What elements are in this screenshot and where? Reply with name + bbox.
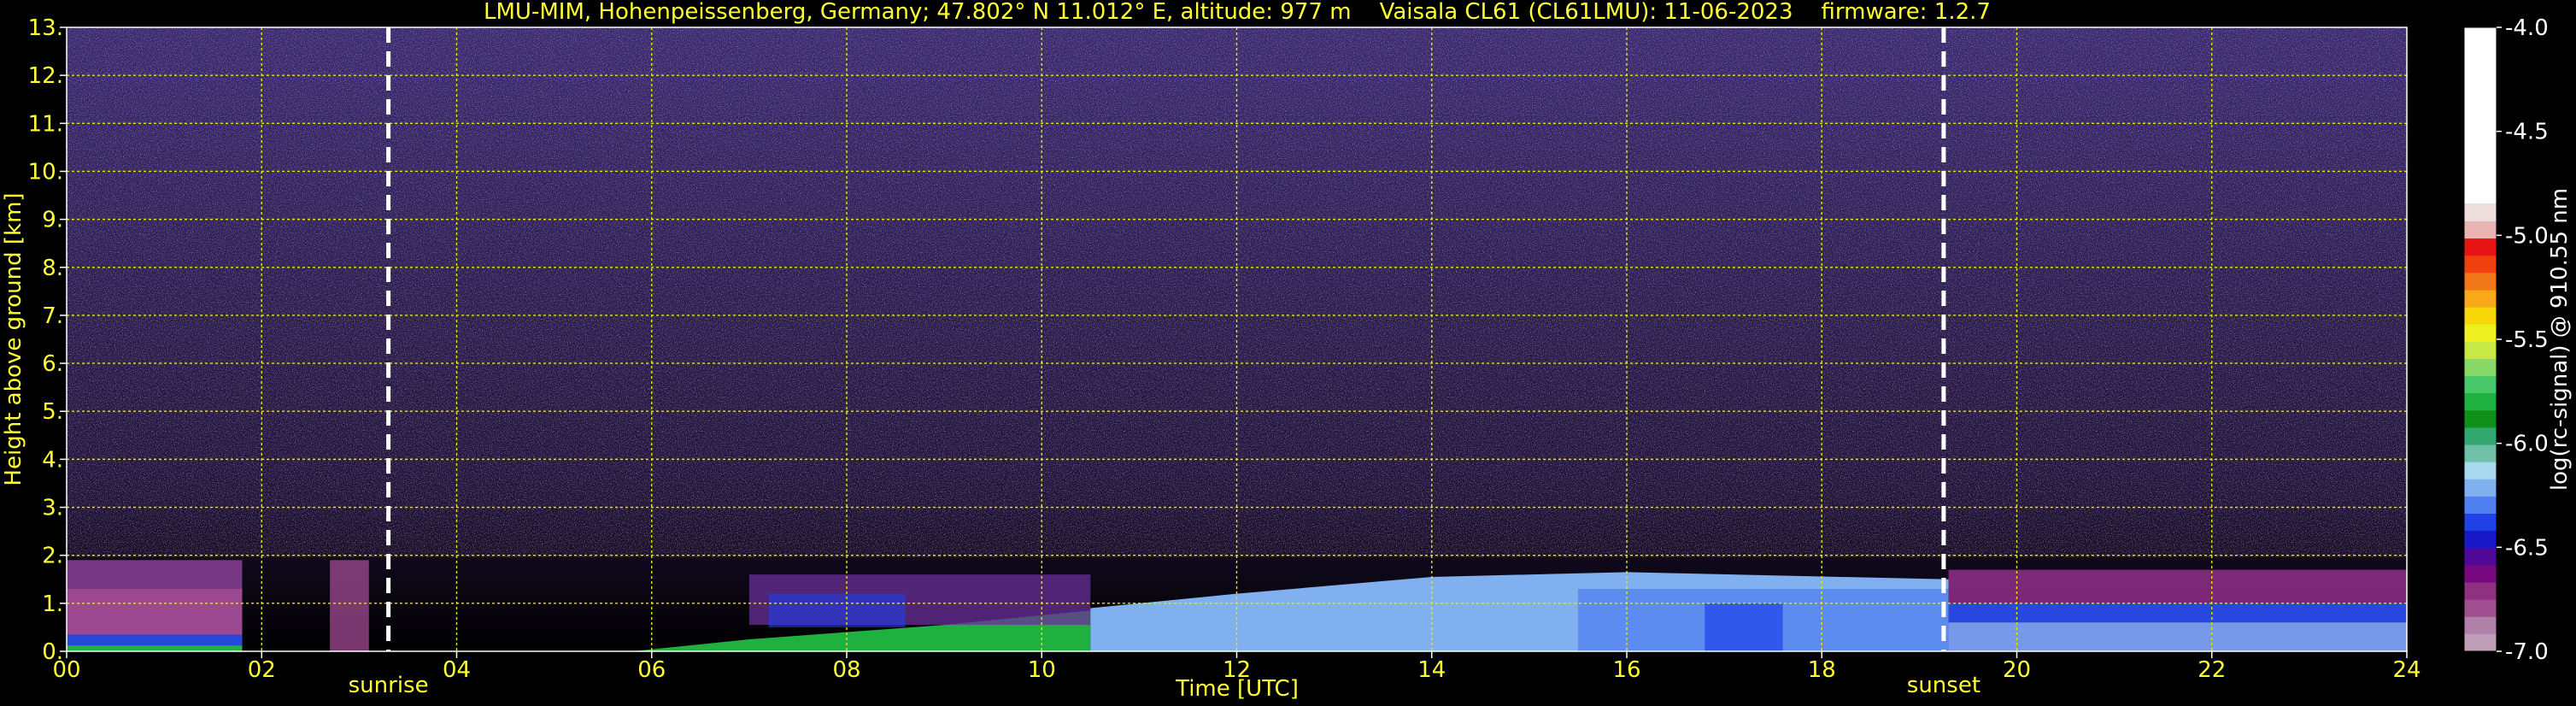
colorbar-segment	[2464, 324, 2497, 343]
y-tick-label: 1.	[42, 591, 63, 617]
colorbar-segment	[2464, 514, 2497, 532]
colorbar-tick-label: -4.5	[2505, 120, 2549, 145]
sunset-label: sunset	[1907, 673, 1980, 698]
colorbar-segment	[2464, 582, 2497, 601]
colorbar-segment	[2464, 273, 2497, 291]
x-tick-label: 18	[1808, 657, 1836, 683]
y-axis: 0. 1. 2. 3. 4. 5. 6. 7. 8. 9. 10. 11. 12. 13.	[28, 15, 67, 665]
colorbar-tick-label: -5.5	[2505, 327, 2549, 353]
layer-morning-aerosol	[768, 593, 906, 627]
x-tick-label: 24	[2392, 657, 2421, 683]
colorbar-tick-label: -7.0	[2505, 639, 2549, 665]
colorbar-tick-label: -5.0	[2505, 223, 2549, 249]
colorbar-segment	[2464, 256, 2497, 274]
colorbar-segment	[2464, 565, 2497, 584]
colorbar-label: log(rc-signal) @ 910.55 nm	[2547, 188, 2573, 491]
colorbar-segment	[2464, 599, 2497, 618]
colorbar-segment	[2464, 238, 2497, 256]
colorbar-segment	[2464, 307, 2497, 326]
colorbar-segment	[2464, 427, 2497, 446]
colorbar-tick-label: -4.0	[2505, 15, 2549, 41]
x-axis-label: Time [UTC]	[1175, 676, 1299, 702]
y-tick-label: 0.	[42, 639, 63, 665]
x-tick-label: 02	[248, 657, 276, 683]
x-tick-label: 14	[1417, 657, 1446, 683]
x-tick-label: 10	[1028, 657, 1056, 683]
colorbar-segment	[2464, 548, 2497, 566]
colorbar-segment	[2464, 616, 2497, 635]
chart-title: LMU-MIM, Hohenpeissenberg, Germany; 47.8…	[484, 0, 1991, 25]
x-tick-label: 16	[1612, 657, 1640, 683]
layer-predawn-plume	[330, 560, 369, 651]
colorbar-segment	[2464, 531, 2497, 549]
sunrise-label: sunrise	[349, 673, 429, 698]
layer-afternoon-core	[1705, 603, 1783, 651]
y-tick-label: 10.	[28, 159, 63, 185]
plot-area: sunrise sunset	[66, 26, 2408, 698]
colorbar-segment	[2464, 462, 2497, 480]
colorbar-segment	[2464, 376, 2497, 394]
x-tick-label: 04	[443, 657, 471, 683]
colorbar-segment	[2464, 479, 2497, 497]
layer-night-ground	[67, 645, 243, 651]
x-tick-label: 08	[832, 657, 860, 683]
colorbar-segment	[2464, 203, 2497, 222]
y-tick-label: 7.	[42, 303, 63, 329]
y-tick-label: 9.	[42, 208, 63, 233]
colorbar-tick-label: -6.5	[2505, 535, 2549, 561]
y-tick-label: 8.	[42, 256, 63, 281]
x-tick-label: 06	[637, 657, 666, 683]
y-tick-label: 3.	[42, 496, 63, 521]
colorbar-segment	[2464, 393, 2497, 411]
y-tick-label: 4.	[42, 447, 63, 473]
lidar-chart: sunrise sunset 00 02 04 06 08 10 12 14 16 18 20 22 24…	[1, 0, 2573, 702]
x-tick-label: 22	[2198, 657, 2226, 683]
colorbar-tick-label: -6.0	[2505, 432, 2549, 457]
colorbar-segment	[2464, 221, 2497, 239]
y-tick-label: 5.	[42, 399, 63, 425]
colorbar-segment	[2464, 341, 2497, 360]
colorbar-segment	[2464, 410, 2497, 428]
colorbar: -4.0 -4.5 -5.0 -5.5 -6.0 -6.5 -7.0	[2463, 15, 2549, 665]
colorbar-segment	[2464, 444, 2497, 463]
y-tick-label: 13.	[28, 15, 63, 41]
y-axis-label: Height above ground [km]	[1, 192, 26, 485]
y-tick-label: 6.	[42, 351, 63, 377]
y-tick-label: 12.	[28, 63, 63, 89]
x-tick-label: 20	[2003, 657, 2031, 683]
colorbar-segment	[2464, 496, 2497, 515]
colorbar-segment	[2464, 358, 2497, 377]
colorbar-segment	[2464, 27, 2497, 204]
y-tick-label: 2.	[42, 544, 63, 569]
colorbar-segment	[2464, 633, 2497, 652]
colorbar-segment	[2464, 290, 2497, 309]
y-tick-label: 11.	[28, 111, 63, 137]
layer-evening-surface	[1948, 622, 2407, 651]
